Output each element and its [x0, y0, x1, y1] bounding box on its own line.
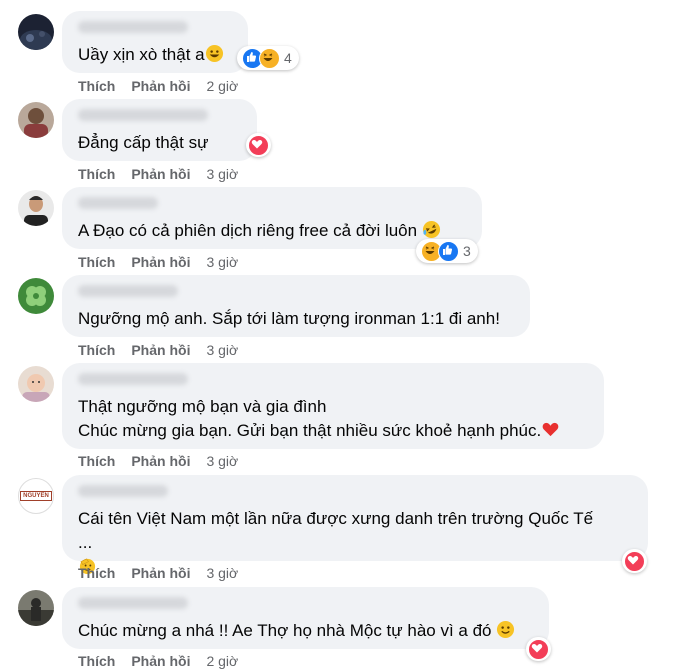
reaction-count: 3 [463, 243, 471, 259]
comment-actions: Thích Phản hồi 3 giờ [78, 453, 238, 469]
like-button[interactable]: Thích [78, 166, 115, 182]
comment-actions: Thích Phản hồi 2 giờ [78, 653, 238, 669]
avatar[interactable] [18, 366, 54, 402]
reactions-summary[interactable]: 4 [237, 46, 299, 70]
comment-actions: Thích Phản hồi 3 giờ [78, 166, 238, 182]
comment-text: Đẳng cấp thật sự [78, 133, 209, 152]
comment-text: Chúc mừng a nhá !! Ae Thợ họ nhà Mộc tự … [78, 621, 492, 640]
author-name-blurred[interactable] [78, 485, 168, 497]
comment-line-2: ... [78, 533, 93, 552]
author-name-blurred[interactable] [78, 109, 208, 121]
like-button[interactable]: Thích [78, 342, 115, 358]
love-reaction-icon [528, 638, 549, 660]
reactions-summary[interactable] [526, 637, 551, 661]
timestamp[interactable]: 3 giờ [206, 565, 238, 581]
timestamp[interactable]: 2 giờ [206, 78, 238, 94]
author-name-blurred[interactable] [78, 285, 178, 297]
comment-bubble: Uầy xịn xò thật a [62, 11, 248, 73]
reply-button[interactable]: Phản hồi [131, 78, 190, 94]
comment-actions: Thích Phản hồi 3 giờ [78, 565, 238, 581]
grinning-emoji-icon [205, 44, 224, 70]
avatar[interactable] [18, 190, 54, 226]
reply-button[interactable]: Phản hồi [131, 254, 190, 270]
comment-text: Uầy xịn xò thật a [78, 45, 205, 64]
avatar[interactable] [18, 102, 54, 138]
reply-button[interactable]: Phản hồi [131, 342, 190, 358]
reply-button[interactable]: Phản hồi [131, 166, 190, 182]
author-name-blurred[interactable] [78, 373, 188, 385]
timestamp[interactable]: 3 giờ [206, 254, 238, 270]
comment-actions: Thích Phản hồi 3 giờ [78, 342, 238, 358]
avatar[interactable]: NGUYÊN [18, 478, 54, 514]
like-button[interactable]: Thích [78, 653, 115, 669]
love-reaction-icon [624, 550, 645, 572]
reply-button[interactable]: Phản hồi [131, 653, 190, 669]
comment-line-1: Thật ngưỡng mộ bạn và gia đình [78, 397, 327, 416]
comment-bubble: Cái tên Việt Nam một lần nữa được xưng d… [62, 475, 648, 626]
haha-reaction-icon [259, 47, 280, 69]
smiling-emoji-icon [496, 620, 515, 646]
comment-text: Ngưỡng mộ anh. Sắp tới làm tượng ironman… [78, 309, 500, 328]
timestamp[interactable]: 3 giờ [206, 453, 238, 469]
love-reaction-icon [248, 134, 269, 156]
timestamp[interactable]: 3 giờ [206, 166, 238, 182]
like-reaction-icon [438, 240, 459, 262]
like-button[interactable]: Thích [78, 453, 115, 469]
comment-bubble: A Đạo có cả phiên dịch riêng free cả đời… [62, 187, 482, 249]
comment-bubble: Chúc mừng a nhá !! Ae Thợ họ nhà Mộc tự … [62, 587, 549, 649]
timestamp[interactable]: 2 giờ [206, 653, 238, 669]
red-heart-emoji-icon [541, 420, 560, 446]
comment-line-2: Chúc mừng gia bạn. Gửi bạn thật nhiều sứ… [78, 421, 542, 440]
reactions-summary[interactable] [622, 549, 647, 573]
comment-text: A Đạo có cả phiên dịch riêng free cả đời… [78, 221, 418, 240]
reply-button[interactable]: Phản hồi [131, 453, 190, 469]
timestamp[interactable]: 3 giờ [206, 342, 238, 358]
comment-actions: Thích Phản hồi 3 giờ [78, 254, 238, 270]
avatar[interactable] [18, 590, 54, 626]
avatar[interactable] [18, 278, 54, 314]
reply-button[interactable]: Phản hồi [131, 565, 190, 581]
like-button[interactable]: Thích [78, 254, 115, 270]
comment-bubble: Ngưỡng mộ anh. Sắp tới làm tượng ironman… [62, 275, 530, 337]
comment-bubble: Đẳng cấp thật sự [62, 99, 257, 161]
author-name-blurred[interactable] [78, 597, 188, 609]
reactions-summary[interactable]: 3 [416, 239, 478, 263]
author-name-blurred[interactable] [78, 21, 188, 33]
comment-line-1: Cái tên Việt Nam một lần nữa được xưng d… [78, 509, 594, 528]
reaction-count: 4 [284, 50, 292, 66]
author-name-blurred[interactable] [78, 197, 158, 209]
like-button[interactable]: Thích [78, 565, 115, 581]
avatar[interactable] [18, 14, 54, 50]
like-button[interactable]: Thích [78, 78, 115, 94]
avatar-logo-text: NGUYÊN [20, 491, 52, 501]
comment-bubble: Thật ngưỡng mộ bạn và gia đình Chúc mừng… [62, 363, 604, 449]
comment-actions: Thích Phản hồi 2 giờ [78, 78, 238, 94]
reactions-summary[interactable] [246, 133, 271, 157]
